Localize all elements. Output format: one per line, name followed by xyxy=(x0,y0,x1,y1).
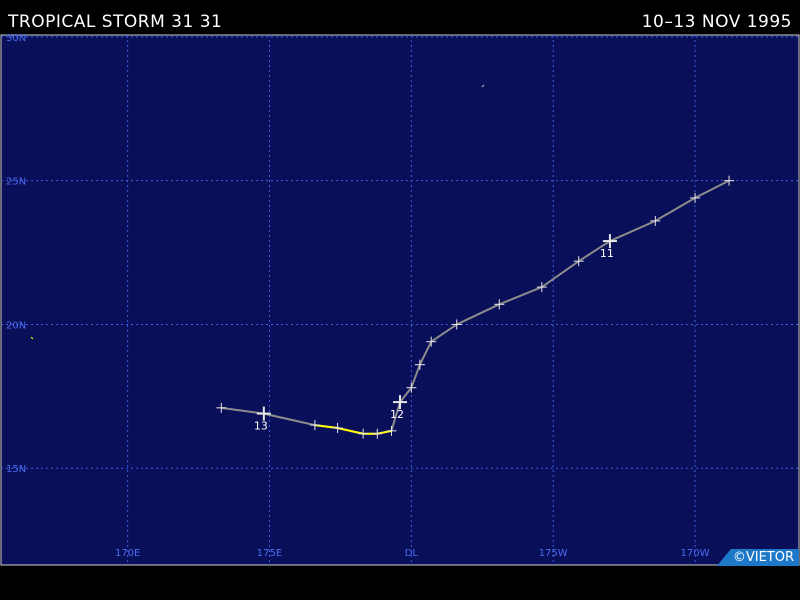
lon-label: 170W xyxy=(681,548,710,559)
lat-label: 25N xyxy=(6,177,26,188)
lon-label: 175W xyxy=(539,548,568,559)
lon-label: 175E xyxy=(257,548,282,559)
day-label: 13 xyxy=(254,420,268,433)
storm-title: TROPICAL STORM 31 31 xyxy=(8,12,223,32)
storm-track-map: 30N 25N 20N 15N 170E 175E DL 175W 170W 11 12 13 xyxy=(0,34,800,566)
lat-label: 20N xyxy=(6,320,26,331)
day-label: 11 xyxy=(600,247,614,260)
date-range: 10–13 NOV 1995 xyxy=(641,12,792,32)
lat-label: 15N xyxy=(6,464,26,475)
day-label: 12 xyxy=(390,408,404,421)
ocean-area xyxy=(0,34,800,566)
lon-label: DL xyxy=(405,548,419,559)
lat-label: 30N xyxy=(6,34,26,44)
credit-badge: ©VIETOR xyxy=(716,549,799,566)
header-bar: TROPICAL STORM 31 31 10–13 NOV 1995 xyxy=(0,0,800,34)
lon-label: 170E xyxy=(115,548,140,559)
footer-bar xyxy=(0,566,800,600)
